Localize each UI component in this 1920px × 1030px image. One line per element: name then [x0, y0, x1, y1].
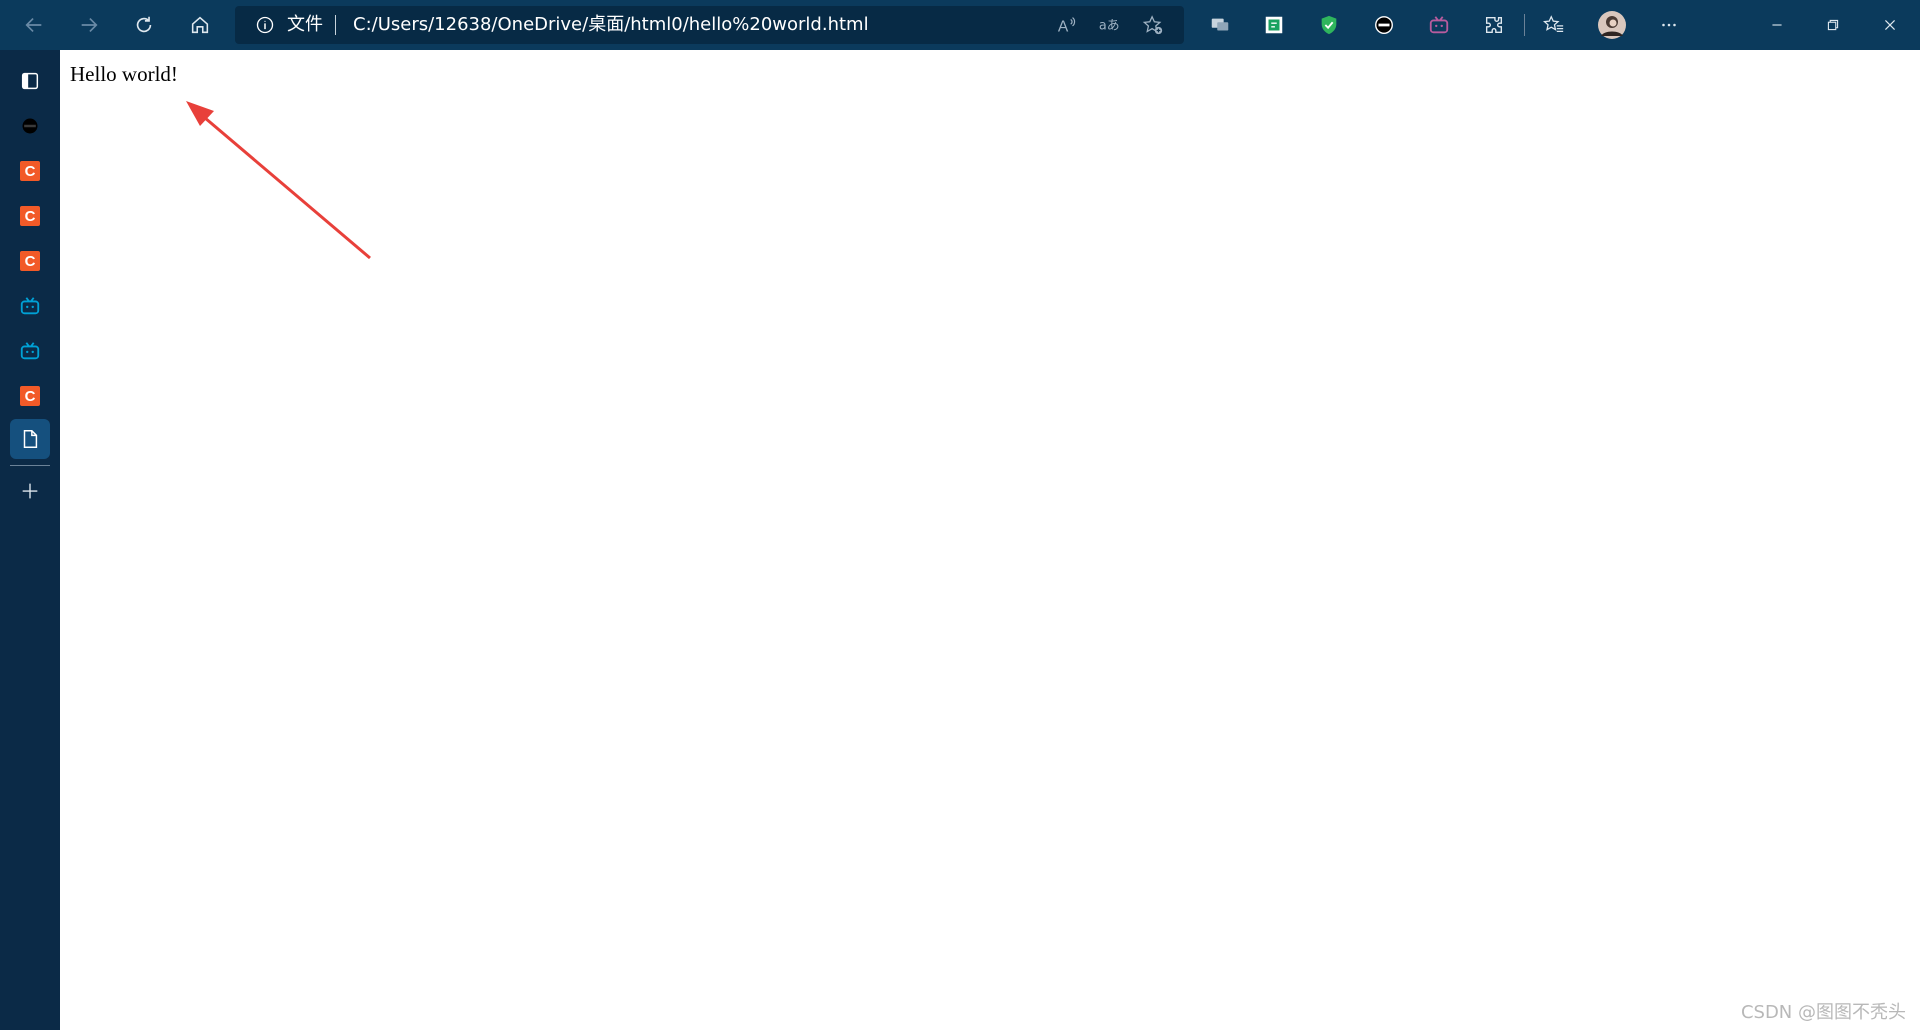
- page-content: Hello world!: [60, 50, 1920, 1030]
- translate-icon[interactable]: aあ: [1097, 14, 1121, 36]
- sidebar-tab-active-file[interactable]: [10, 419, 50, 459]
- more-icon: [1662, 23, 1676, 27]
- profile-button[interactable]: [1590, 0, 1634, 50]
- sidebar-tab-csdn-1[interactable]: C: [10, 151, 50, 191]
- sidebar-tab-bilibili-2[interactable]: [10, 331, 50, 371]
- tab-actions-button[interactable]: [10, 61, 50, 101]
- green-extension-icon: [1265, 16, 1283, 34]
- back-arrow-icon: [25, 17, 42, 33]
- address-bar[interactable]: 文件 C:/Users/12638/OneDrive/桌面/html0/hell…: [235, 6, 1184, 44]
- more-options-button[interactable]: [1647, 0, 1691, 50]
- sidebar-tab-csdn-4[interactable]: C: [10, 376, 50, 416]
- forward-button[interactable]: [67, 0, 111, 50]
- sidebar-tab-csdn-2[interactable]: C: [10, 196, 50, 236]
- extension-shield-button[interactable]: [1307, 0, 1351, 50]
- chat-extension-icon: [1211, 18, 1229, 31]
- sidebar-tab-bilibili-1[interactable]: [10, 286, 50, 326]
- watermark: CSDN @图图不秃头: [1740, 1002, 1906, 1023]
- extensions-button[interactable]: [1472, 0, 1516, 50]
- csdn-icon: C: [20, 161, 40, 181]
- csdn-icon: C: [20, 386, 40, 406]
- home-icon: [191, 16, 209, 34]
- csdn-icon: C: [20, 251, 40, 271]
- csdn-icon: C: [20, 206, 40, 226]
- toolbar-divider: [1524, 14, 1525, 36]
- close-button[interactable]: [1868, 0, 1912, 50]
- security-label: 文件: [287, 14, 323, 35]
- hello-text: Hello world!: [70, 62, 178, 86]
- svg-text:A: A: [1058, 18, 1069, 35]
- new-tab-button[interactable]: [10, 471, 50, 511]
- sidebar-tab-csdn-3[interactable]: C: [10, 241, 50, 281]
- close-icon: [1884, 19, 1896, 31]
- refresh-button[interactable]: [122, 0, 166, 50]
- minimize-button[interactable]: [1755, 0, 1799, 50]
- extension-chat-button[interactable]: [1198, 0, 1242, 50]
- extension-block-button[interactable]: [1362, 0, 1406, 50]
- favorites-icon: [1543, 15, 1564, 33]
- sidebar-tab-1[interactable]: [10, 106, 50, 146]
- read-aloud-icon[interactable]: A: [1055, 14, 1079, 36]
- browser-toolbar: 文件 C:/Users/12638/OneDrive/桌面/html0/hell…: [0, 0, 1920, 50]
- extension-green-button[interactable]: [1252, 0, 1296, 50]
- restore-button[interactable]: [1811, 0, 1855, 50]
- minimize-icon: [1772, 24, 1782, 26]
- info-icon[interactable]: [255, 15, 275, 35]
- url-text[interactable]: C:/Users/12638/OneDrive/桌面/html0/hello%2…: [353, 15, 869, 35]
- sidebar-divider: [10, 465, 50, 466]
- shield-icon: [1321, 15, 1337, 35]
- extension-bilibili-button[interactable]: [1417, 0, 1461, 50]
- site-icon-dark: [22, 118, 38, 134]
- forward-arrow-icon: [81, 17, 98, 33]
- bilibili-extension-icon: [1429, 16, 1449, 34]
- avatar: [1598, 11, 1626, 39]
- back-button[interactable]: [12, 0, 56, 50]
- svg-text:aあ: aあ: [1099, 19, 1120, 34]
- vertical-tabs-sidebar: C C C C: [0, 50, 60, 1030]
- add-favorite-icon[interactable]: [1141, 14, 1165, 36]
- bilibili-icon: [20, 297, 40, 315]
- file-icon: [23, 430, 38, 448]
- home-button[interactable]: [178, 0, 222, 50]
- restore-icon: [1827, 19, 1839, 31]
- address-separator: [335, 15, 336, 35]
- tab-actions-icon: [21, 72, 39, 90]
- block-icon: [1375, 16, 1393, 34]
- bilibili-icon: [20, 342, 40, 360]
- favorites-button[interactable]: [1532, 0, 1576, 50]
- refresh-icon: [136, 16, 152, 33]
- add-icon: [22, 483, 38, 499]
- puzzle-icon: [1485, 16, 1503, 34]
